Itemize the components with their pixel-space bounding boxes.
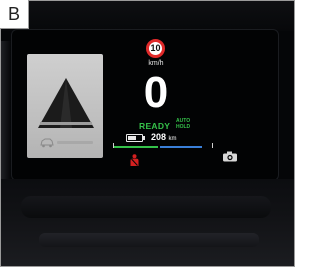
lane-road-icon: [38, 78, 94, 128]
instrument-cluster-photo: 10 km/h 0 READY AUTO HOLD 208 km: [0, 0, 295, 267]
car-icon: [40, 138, 54, 148]
housing-bottom: [1, 179, 294, 266]
range-value: 208: [151, 132, 167, 142]
range-bar-green: [113, 146, 158, 148]
ready-indicator: READY: [139, 121, 171, 131]
range-bar-tick-start: [113, 143, 114, 148]
range-bar-blue: [160, 146, 202, 148]
range-bar-tick-end: [212, 143, 213, 148]
figure-label: B: [0, 0, 29, 29]
driver-assist-panel: [27, 54, 103, 158]
auto-hold-line2: HOLD: [176, 124, 191, 130]
housing-top: [1, 1, 294, 31]
camera-icon: [223, 151, 237, 162]
assist-indicator-bar: [57, 141, 93, 144]
range-bar: [113, 143, 213, 148]
auto-hold-indicator: AUTO HOLD: [176, 118, 190, 130]
speed-unit: km/h: [148, 60, 164, 67]
battery-level-fill: [128, 136, 136, 140]
seatbelt-warning-icon: [130, 154, 139, 166]
speed-limit-value: 10: [150, 43, 161, 53]
range-readout: 208 km: [151, 132, 177, 142]
lower-panel: [21, 196, 271, 218]
range-unit: km: [168, 136, 177, 142]
speed-readout: 0: [143, 68, 169, 117]
battery-icon: [126, 134, 145, 142]
speed-limit-sign-icon: 10: [146, 39, 165, 58]
lower-ridge: [39, 233, 259, 247]
